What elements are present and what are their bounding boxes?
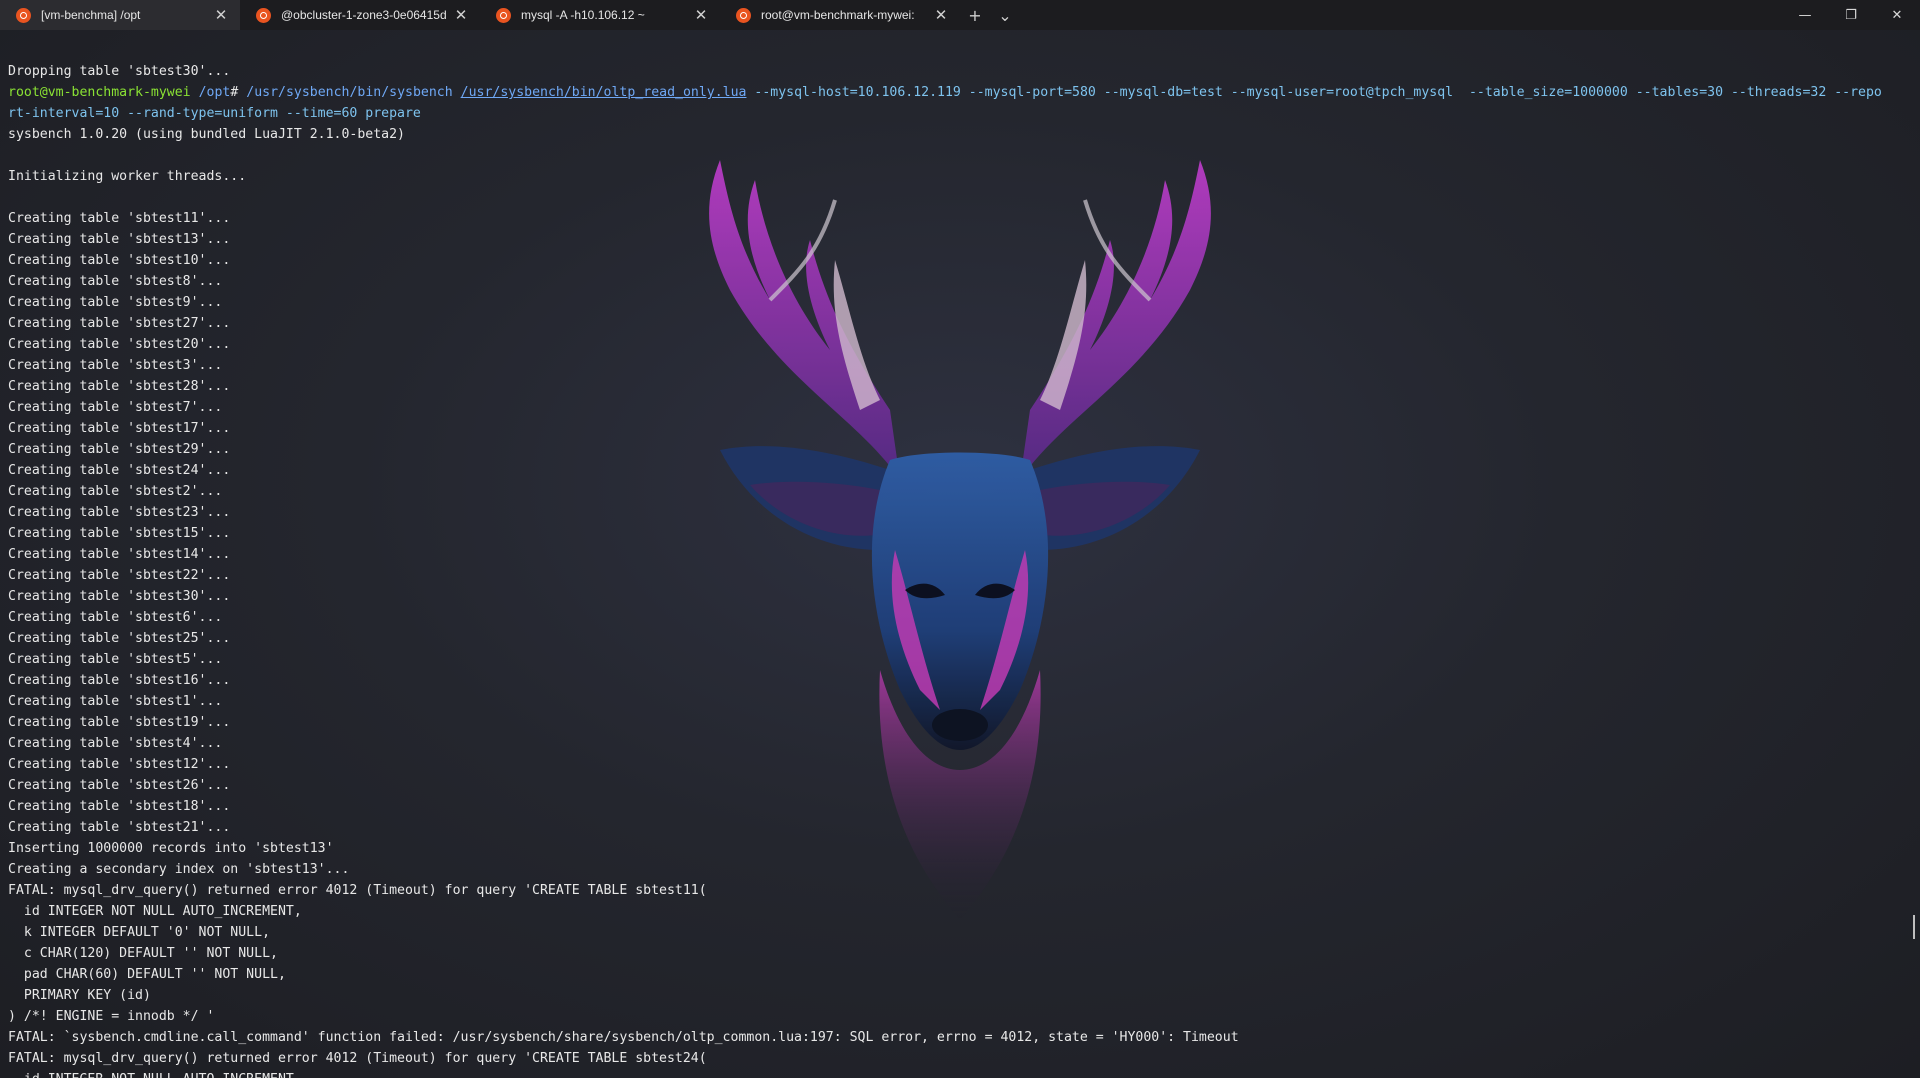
terminal-line: Creating table 'sbtest13'... [8,232,231,247]
terminal-line: PRIMARY KEY (id) [8,988,151,1003]
terminal-line: Creating table 'sbtest21'... [8,820,231,835]
terminal-line: Creating table 'sbtest18'... [8,799,231,814]
terminal-line: k INTEGER DEFAULT '0' NOT NULL, [8,925,271,940]
tab-bar: [vm-benchma] /opt ✕ @obcluster-1-zone3-0… [0,0,1920,30]
terminal-line: Creating table 'sbtest28'... [8,379,231,394]
tab-root-vm-benchmark[interactable]: root@vm-benchmark-mywei: ✕ [720,0,960,30]
error-line: FATAL: mysql_drv_query() returned error … [8,1051,707,1066]
error-line: FATAL: mysql_drv_query() returned error … [8,883,707,898]
prompt-path: /opt [198,85,231,100]
script-link[interactable]: /usr/sysbench/bin/oltp_read_only.lua [461,85,747,100]
terminal-line: Creating table 'sbtest7'... [8,400,223,415]
tab-title: @obcluster-1-zone3-0e06415d [281,8,447,22]
terminal-line: Creating table 'sbtest27'... [8,316,231,331]
terminal-line: Creating table 'sbtest8'... [8,274,223,289]
tab-title: root@vm-benchmark-mywei: [761,8,915,22]
scrollbar[interactable] [1913,915,1915,939]
minimize-button[interactable]: — [1782,0,1828,30]
terminal-line: Creating table 'sbtest22'... [8,568,231,583]
window-controls: — ❐ ✕ [1782,0,1920,30]
terminal-line: Creating table 'sbtest4'... [8,736,223,751]
terminal-line: Creating table 'sbtest25'... [8,631,231,646]
error-line: FATAL: `sysbench.cmdline.call_command' f… [8,1030,1239,1045]
tab-obcluster[interactable]: @obcluster-1-zone3-0e06415d ✕ [240,0,480,30]
tab-title: mysql -A -h10.106.12 ~ [521,8,645,22]
terminal-line: Inserting 1000000 records into 'sbtest13… [8,841,334,856]
terminal-line: Creating table 'sbtest20'... [8,337,231,352]
terminal-output[interactable]: Dropping table 'sbtest30'... root@vm-benc… [0,30,1920,1078]
command-binary: /usr/sysbench/bin/sysbench [246,85,453,100]
terminal-line: c CHAR(120) DEFAULT '' NOT NULL, [8,946,278,961]
terminal-line: Creating table 'sbtest14'... [8,547,231,562]
close-window-button[interactable]: ✕ [1874,0,1920,30]
terminal-line: Initializing worker threads... [8,169,247,184]
terminal-line: Creating table 'sbtest30'... [8,589,231,604]
terminal-line: Creating table 'sbtest11'... [8,211,231,226]
prompt-user-host: root@vm-benchmark-mywei [8,85,191,100]
terminal-line: pad CHAR(60) DEFAULT '' NOT NULL, [8,967,286,982]
command-args: --mysql-host=10.106.12.119 --mysql-port=… [754,85,1882,100]
terminal-line: Creating table 'sbtest12'... [8,757,231,772]
terminal-line: Creating table 'sbtest19'... [8,715,231,730]
terminal-line: Creating table 'sbtest17'... [8,421,231,436]
prompt-symbol: # [230,85,239,100]
close-icon[interactable]: ✕ [450,4,472,26]
plus-icon[interactable]: + [960,0,990,30]
terminal-line: Creating table 'sbtest15'... [8,526,231,541]
terminal-line: Creating table 'sbtest1'... [8,694,223,709]
terminal-line: id INTEGER NOT NULL AUTO_INCREMENT, [8,1069,1920,1078]
terminal-line: Creating table 'sbtest29'... [8,442,231,457]
terminal-line: Creating a secondary index on 'sbtest13'… [8,862,350,877]
terminal-window: [vm-benchma] /opt ✕ @obcluster-1-zone3-0… [0,0,1920,1078]
terminal-line: id INTEGER NOT NULL AUTO_INCREMENT, [8,904,302,919]
tab-mysql[interactable]: mysql -A -h10.106.12 ~ ✕ [480,0,720,30]
terminal-line: sysbench 1.0.20 (using bundled LuaJIT 2.… [8,127,405,142]
terminal-line: Creating table 'sbtest5'... [8,652,223,667]
tab-vm-benchma[interactable]: [vm-benchma] /opt ✕ [0,0,240,30]
command-args-continued: rt-interval=10 --rand-type=uniform --tim… [8,106,421,121]
maximize-button[interactable]: ❐ [1828,0,1874,30]
tab-title: [vm-benchma] /opt [41,8,141,22]
terminal-line: Creating table 'sbtest9'... [8,295,223,310]
terminal-line: Creating table 'sbtest6'... [8,610,223,625]
terminal-line: Creating table 'sbtest16'... [8,673,231,688]
ubuntu-icon [16,7,31,23]
terminal-line: Creating table 'sbtest3'... [8,358,223,373]
ubuntu-icon [256,7,271,23]
terminal-line: Creating table 'sbtest24'... [8,463,231,478]
terminal-line: Creating table 'sbtest2'... [8,484,223,499]
close-icon[interactable]: ✕ [930,4,952,26]
chevron-down-icon[interactable]: ⌄ [990,0,1020,30]
ubuntu-icon [736,7,751,23]
terminal-line: Dropping table 'sbtest30'... [8,64,231,79]
terminal-line: Creating table 'sbtest26'... [8,778,231,793]
terminal-line: Creating table 'sbtest10'... [8,253,231,268]
ubuntu-icon [496,7,511,23]
terminal-line: Creating table 'sbtest23'... [8,505,231,520]
close-icon[interactable]: ✕ [210,4,232,26]
close-icon[interactable]: ✕ [690,4,712,26]
terminal-line: ) /*! ENGINE = innodb */ ' [8,1009,215,1024]
command-line: root@vm-benchmark-mywei /opt# /usr/sysbe… [8,82,1920,103]
